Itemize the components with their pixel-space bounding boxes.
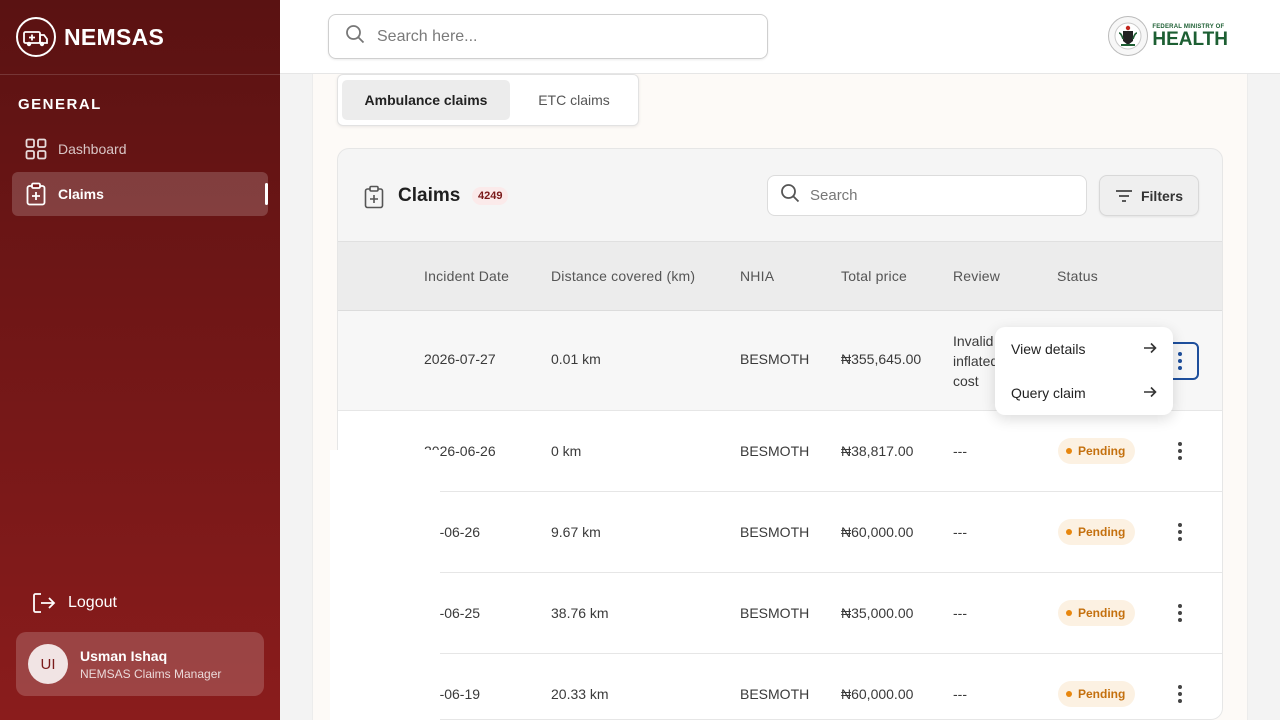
menu-item-label: View details — [1011, 341, 1086, 357]
filters-label: Filters — [1140, 187, 1183, 204]
column-header-distance[interactable]: Distance covered (km) — [551, 268, 695, 284]
status-badge: Pending — [1058, 519, 1136, 545]
table-row[interactable]: 26-06-19 20.33 km BESMOTH ₦60,000.00 ---… — [338, 654, 1222, 719]
topbar: FEDERAL MINISTRY OF HEALTH — [280, 0, 1280, 74]
claims-type-tabs: Ambulance claims ETC claims — [337, 74, 639, 126]
clipboard-plus-icon — [24, 182, 48, 206]
status-dot-icon — [1066, 448, 1072, 454]
cell-review: Invalid inflated cost — [953, 331, 998, 391]
avatar: UI — [28, 644, 68, 684]
cell-distance: 0 km — [551, 443, 582, 459]
cell-incident-date: 2026-07-27 — [424, 351, 496, 367]
cell-review: --- — [953, 443, 967, 459]
status-badge: Pending — [1058, 600, 1136, 626]
review-line: Invalid — [953, 333, 994, 349]
column-header-total-price[interactable]: Total price — [841, 268, 907, 284]
sidebar-item-dashboard[interactable]: Dashboard — [12, 127, 268, 171]
table-row[interactable]: 26-06-26 9.67 km BESMOTH ₦60,000.00 --- … — [338, 492, 1222, 573]
search-icon — [345, 24, 365, 49]
claims-search[interactable] — [767, 175, 1087, 216]
cell-distance: 38.76 km — [551, 605, 609, 621]
sidebar-item-claims[interactable]: Claims — [12, 172, 268, 216]
logout-label: Logout — [68, 594, 117, 611]
filters-button[interactable]: Filters — [1099, 175, 1199, 216]
column-header-status[interactable]: Status — [1057, 268, 1098, 284]
table-row[interactable]: 26-06-25 38.76 km BESMOTH ₦35,000.00 ---… — [338, 573, 1222, 654]
nemsas-logo-icon — [16, 17, 56, 57]
brand-name: NEMSAS — [64, 23, 165, 50]
grid-icon — [24, 137, 48, 161]
menu-item-label: Query claim — [1011, 385, 1086, 401]
row-actions-button[interactable] — [1161, 675, 1199, 713]
cell-total-price: ₦355,645.00 — [841, 351, 922, 367]
status-label: Pending — [1078, 687, 1126, 701]
cell-review: --- — [953, 524, 967, 540]
filter-icon — [1115, 189, 1133, 203]
logout-icon — [32, 592, 56, 614]
table-row[interactable]: 2026-06-26 0 km BESMOTH ₦38,817.00 --- P… — [338, 411, 1222, 492]
row-actions-menu: View details Query claim — [995, 327, 1173, 415]
cell-nhia: BESMOTH — [740, 443, 810, 459]
review-line: inflated — [953, 353, 999, 369]
sidebar-item-label: Dashboard — [58, 141, 127, 157]
status-dot-icon — [1066, 691, 1072, 697]
cell-nhia: BESMOTH — [740, 605, 810, 621]
ministry-of-health-logo: FEDERAL MINISTRY OF HEALTH — [1108, 16, 1228, 56]
cell-review: --- — [953, 605, 967, 621]
search-icon — [780, 183, 800, 208]
redacted-overlay — [330, 450, 440, 720]
sidebar-item-label: Claims — [58, 186, 104, 202]
menu-item-view-details[interactable]: View details — [1011, 334, 1157, 364]
status-dot-icon — [1066, 529, 1072, 535]
cell-total-price: ₦35,000.00 — [841, 605, 914, 621]
active-indicator — [265, 183, 268, 205]
review-line: cost — [953, 373, 979, 389]
clipboard-plus-icon — [364, 185, 384, 214]
cell-distance: 20.33 km — [551, 686, 609, 702]
status-label: Pending — [1078, 606, 1126, 620]
global-search[interactable] — [328, 14, 768, 59]
arrow-right-icon — [1143, 385, 1157, 401]
logout-button[interactable]: Logout — [32, 592, 117, 614]
row-actions-button[interactable] — [1161, 432, 1199, 470]
user-card[interactable]: UI Usman Ishaq NEMSAS Claims Manager — [16, 632, 264, 696]
global-search-input[interactable] — [377, 27, 757, 46]
column-header-nhia[interactable]: NHIA — [740, 268, 774, 284]
status-dot-icon — [1066, 610, 1072, 616]
cell-distance: 0.01 km — [551, 351, 601, 367]
cell-nhia: BESMOTH — [740, 686, 810, 702]
cell-nhia: BESMOTH — [740, 524, 810, 540]
cell-review: --- — [953, 686, 967, 702]
user-name: Usman Ishaq — [80, 647, 168, 664]
claims-card: Claims 4249 Filters Incident Date Distan… — [337, 148, 1223, 720]
status-label: Pending — [1078, 525, 1126, 539]
cell-distance: 9.67 km — [551, 524, 601, 540]
coat-of-arms-icon — [1108, 16, 1149, 56]
claims-title: Claims — [398, 185, 461, 206]
cell-nhia: BESMOTH — [740, 351, 810, 367]
column-header-incident-date[interactable]: Incident Date — [424, 268, 509, 284]
tab-ambulance-claims[interactable]: Ambulance claims — [342, 80, 510, 120]
tab-etc-claims[interactable]: ETC claims — [513, 80, 635, 120]
arrow-right-icon — [1143, 341, 1157, 357]
menu-item-query-claim[interactable]: Query claim — [1011, 378, 1157, 408]
user-role: NEMSAS Claims Manager — [80, 666, 222, 681]
row-actions-button[interactable] — [1161, 513, 1199, 551]
section-label-general: GENERAL — [18, 96, 102, 113]
claims-count-badge: 4249 — [472, 187, 509, 205]
cell-total-price: ₦60,000.00 — [841, 686, 914, 702]
status-badge: Pending — [1058, 438, 1136, 464]
brand: NEMSAS — [0, 0, 280, 75]
cell-total-price: ₦60,000.00 — [841, 524, 914, 540]
ministry-big-text: HEALTH — [1152, 28, 1228, 50]
table-header: Incident Date Distance covered (km) NHIA… — [338, 241, 1222, 311]
cell-total-price: ₦38,817.00 — [841, 443, 914, 459]
sidebar: NEMSAS GENERAL Dashboard Claims Logout U… — [0, 0, 280, 720]
claims-search-input[interactable] — [810, 187, 1070, 204]
status-badge: Pending — [1058, 681, 1136, 707]
status-label: Pending — [1078, 444, 1126, 458]
column-header-review[interactable]: Review — [953, 268, 1000, 284]
row-actions-button[interactable] — [1161, 594, 1199, 632]
